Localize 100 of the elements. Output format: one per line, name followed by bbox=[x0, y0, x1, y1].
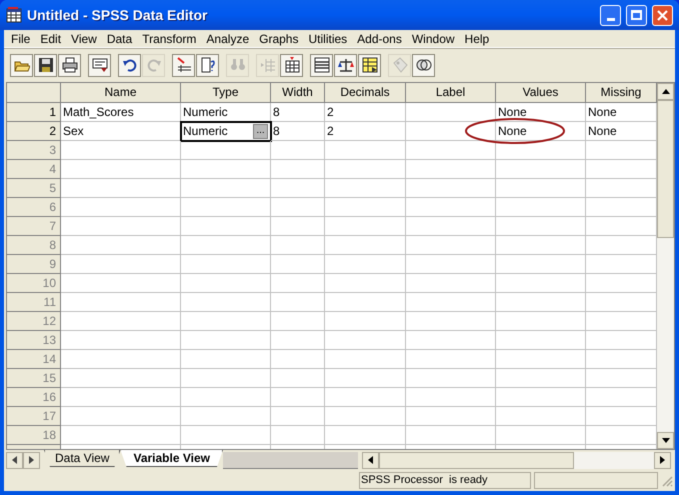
row-number[interactable]: 1 bbox=[49, 105, 56, 119]
table-cell[interactable] bbox=[181, 217, 271, 236]
column-header[interactable]: Values bbox=[496, 83, 586, 103]
table-cell[interactable] bbox=[406, 293, 496, 312]
table-cell[interactable] bbox=[496, 388, 586, 407]
menu-item[interactable]: View bbox=[66, 30, 102, 48]
table-cell[interactable]: 8 bbox=[271, 103, 325, 122]
scroll-thumb[interactable] bbox=[657, 100, 674, 238]
table-cell[interactable] bbox=[271, 274, 325, 293]
table-cell[interactable] bbox=[406, 388, 496, 407]
table-cell[interactable] bbox=[181, 369, 271, 388]
minimize-button[interactable] bbox=[600, 4, 621, 26]
row-number[interactable]: 2 bbox=[49, 124, 56, 138]
table-cell[interactable] bbox=[496, 274, 586, 293]
table-cell[interactable] bbox=[61, 274, 181, 293]
table-cell[interactable] bbox=[406, 426, 496, 445]
table-cell[interactable] bbox=[61, 255, 181, 274]
scroll-right-button[interactable] bbox=[654, 452, 671, 468]
table-cell[interactable] bbox=[406, 274, 496, 293]
table-cell[interactable] bbox=[406, 407, 496, 426]
table-cell[interactable] bbox=[61, 350, 181, 369]
table-cell[interactable] bbox=[271, 331, 325, 350]
table-cell[interactable] bbox=[271, 312, 325, 331]
table-cell[interactable] bbox=[406, 122, 496, 141]
table-cell[interactable] bbox=[325, 331, 406, 350]
table-cell[interactable] bbox=[271, 198, 325, 217]
tab-scroll-right-button[interactable] bbox=[23, 452, 40, 468]
toolbar-button[interactable] bbox=[280, 54, 303, 76]
table-cell[interactable] bbox=[496, 350, 586, 369]
table-cell[interactable] bbox=[406, 160, 496, 179]
table-cell[interactable] bbox=[271, 160, 325, 179]
table-cell[interactable] bbox=[181, 350, 271, 369]
menu-item[interactable]: Graphs bbox=[254, 30, 304, 48]
table-cell[interactable] bbox=[181, 198, 271, 217]
table-cell[interactable] bbox=[181, 331, 271, 350]
table-cell[interactable] bbox=[406, 198, 496, 217]
table-cell[interactable] bbox=[61, 407, 181, 426]
table-cell[interactable] bbox=[271, 369, 325, 388]
table-cell[interactable] bbox=[271, 293, 325, 312]
menu-item[interactable]: Analyze bbox=[201, 30, 254, 48]
close-button[interactable] bbox=[652, 4, 673, 26]
table-cell[interactable] bbox=[406, 141, 496, 160]
table-cell[interactable] bbox=[271, 255, 325, 274]
toolbar-button[interactable] bbox=[334, 54, 357, 76]
table-cell[interactable] bbox=[181, 312, 271, 331]
table-cell[interactable] bbox=[181, 236, 271, 255]
table-cell[interactable] bbox=[61, 141, 181, 160]
maximize-button[interactable] bbox=[626, 4, 647, 26]
table-cell[interactable] bbox=[271, 426, 325, 445]
table-cell[interactable] bbox=[61, 160, 181, 179]
menu-item[interactable]: Edit bbox=[35, 30, 66, 48]
table-cell[interactable] bbox=[61, 426, 181, 445]
table-cell[interactable] bbox=[325, 369, 406, 388]
table-cell[interactable] bbox=[325, 236, 406, 255]
toolbar-button[interactable] bbox=[34, 54, 57, 76]
menu-item[interactable]: Utilities bbox=[303, 30, 352, 48]
table-cell[interactable] bbox=[496, 236, 586, 255]
table-cell[interactable] bbox=[325, 426, 406, 445]
toolbar-button[interactable] bbox=[196, 54, 219, 76]
menu-item[interactable]: Window bbox=[406, 30, 460, 48]
table-cell[interactable] bbox=[325, 160, 406, 179]
sheet-tab[interactable]: Data View bbox=[44, 450, 120, 467]
corner-header[interactable] bbox=[7, 83, 61, 103]
table-cell[interactable] bbox=[406, 179, 496, 198]
table-cell[interactable]: 2 bbox=[325, 122, 406, 141]
table-cell[interactable] bbox=[496, 141, 586, 160]
toolbar-button[interactable] bbox=[10, 54, 33, 76]
table-cell[interactable] bbox=[406, 369, 496, 388]
table-cell[interactable] bbox=[325, 141, 406, 160]
table-cell[interactable] bbox=[496, 331, 586, 350]
column-header[interactable]: Width bbox=[271, 83, 325, 103]
table-cell[interactable] bbox=[61, 198, 181, 217]
table-cell[interactable] bbox=[181, 141, 271, 160]
sheet-tab[interactable]: Variable View bbox=[120, 450, 223, 467]
table-cell[interactable] bbox=[496, 179, 586, 198]
table-cell[interactable] bbox=[181, 255, 271, 274]
table-cell[interactable]: None bbox=[496, 122, 586, 141]
table-cell[interactable] bbox=[271, 407, 325, 426]
table-cell[interactable] bbox=[325, 274, 406, 293]
table-cell[interactable] bbox=[406, 217, 496, 236]
table-cell[interactable] bbox=[325, 407, 406, 426]
toolbar-button[interactable] bbox=[358, 54, 381, 76]
table-cell[interactable]: Math_Scores bbox=[61, 103, 181, 122]
table-cell[interactable] bbox=[181, 407, 271, 426]
table-cell[interactable] bbox=[325, 350, 406, 369]
table-cell[interactable] bbox=[271, 141, 325, 160]
scroll-down-button[interactable] bbox=[657, 432, 674, 449]
column-header[interactable]: Name bbox=[61, 83, 181, 103]
table-cell[interactable] bbox=[406, 312, 496, 331]
table-cell[interactable] bbox=[181, 293, 271, 312]
scroll-up-button[interactable] bbox=[657, 83, 674, 100]
table-cell[interactable] bbox=[61, 388, 181, 407]
tab-scroll-left-button[interactable] bbox=[6, 452, 23, 468]
table-cell[interactable]: Sex bbox=[61, 122, 181, 141]
table-cell[interactable] bbox=[61, 293, 181, 312]
toolbar-button[interactable] bbox=[88, 54, 111, 76]
toolbar-button[interactable] bbox=[118, 54, 141, 76]
menu-item[interactable]: Add-ons bbox=[352, 30, 407, 48]
table-cell[interactable] bbox=[406, 331, 496, 350]
table-cell[interactable]: None bbox=[496, 103, 586, 122]
